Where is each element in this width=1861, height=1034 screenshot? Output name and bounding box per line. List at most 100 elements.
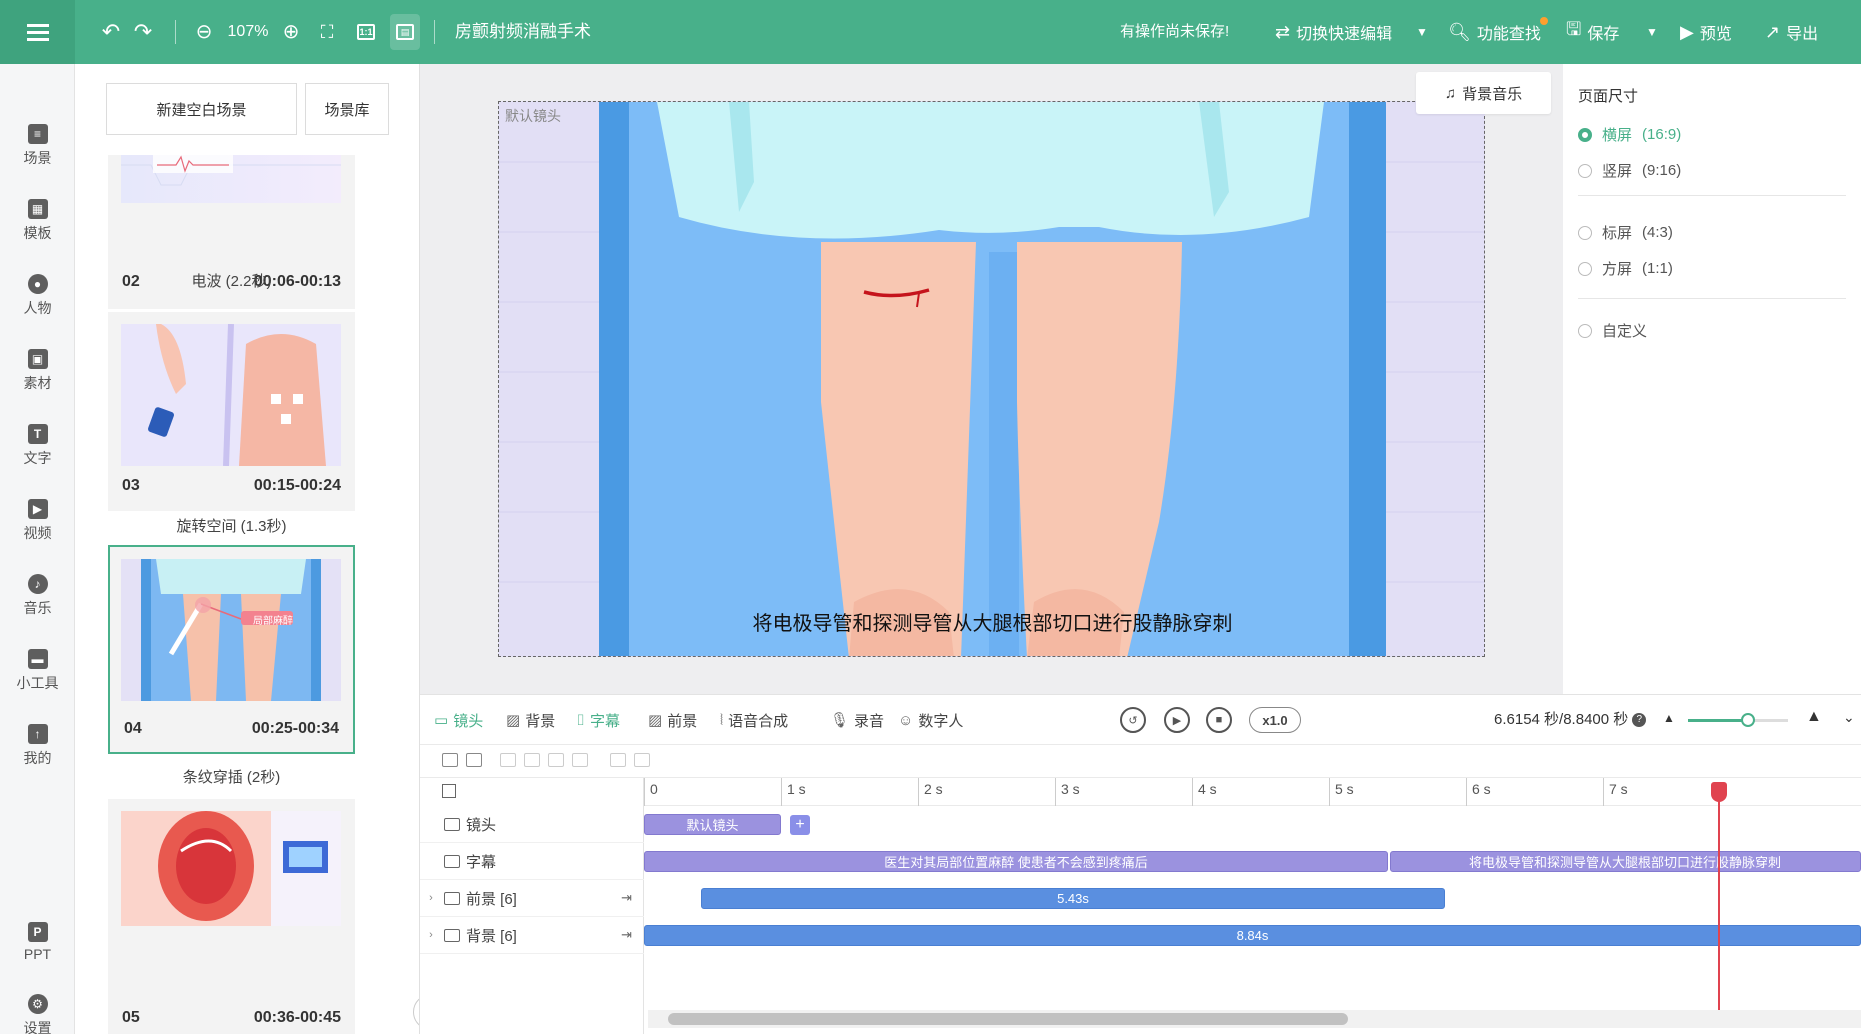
project-title[interactable]: 房颤射频消融手术 — [455, 0, 591, 64]
ruler-tick: 2 s — [918, 778, 943, 806]
arrange-icon[interactable] — [610, 753, 626, 767]
align-right-icon[interactable] — [548, 753, 564, 767]
tab-caption[interactable]: ⌷ 字幕 — [576, 695, 620, 745]
add-shot-button[interactable]: + — [790, 815, 810, 835]
chevron-right-icon[interactable]: › — [424, 892, 438, 904]
stage-canvas[interactable]: 默认镜头 将电极导管和探测导管从大腿根部切口进行股静脉穿刺 — [498, 101, 1485, 657]
nav-scene[interactable]: ≡ 场景 — [0, 116, 75, 176]
nav-text[interactable]: T 文字 — [0, 416, 75, 476]
tab-speech-synthesis[interactable]: ⦚ 语音合成 — [720, 695, 788, 745]
align-center-icon[interactable] — [524, 753, 540, 767]
ruler-tick: 3 s — [1055, 778, 1080, 806]
caption-clip[interactable]: 医生对其局部位置麻醉 使患者不会感到疼痛后 — [644, 851, 1388, 872]
tab-background[interactable]: ▨ 背景 — [506, 695, 555, 745]
background-music-button[interactable]: ♫ 背景音乐 — [1416, 72, 1551, 114]
slider-handle[interactable] — [1741, 713, 1755, 727]
transition-label[interactable]: 电波 (2.2秒) — [108, 270, 355, 291]
fullscreen-icon[interactable]: ⛶ — [316, 0, 338, 64]
scene-library-button[interactable]: 场景库 — [305, 83, 389, 135]
exit-group-icon[interactable]: ⇥ — [621, 890, 632, 906]
music-note-icon: ♫ — [1444, 84, 1457, 102]
chevron-down-icon[interactable]: ▼ — [1416, 0, 1428, 64]
redo-icon[interactable]: ↷ — [130, 0, 156, 64]
export-button[interactable]: ↗ 导出 — [1765, 0, 1818, 64]
stop-icon[interactable]: ■ — [1206, 707, 1232, 733]
hatch-icon: ▨ — [506, 712, 521, 729]
zoom-out-mountain-icon[interactable]: ▲ — [1663, 711, 1675, 725]
track-caption[interactable]: 字幕 — [420, 843, 644, 880]
zoom-out-icon[interactable]: ⊖ — [193, 0, 215, 64]
radio-square[interactable]: 方屏 (1:1) — [1578, 258, 1673, 279]
undo-icon[interactable]: ↶ — [98, 0, 124, 64]
zoom-in-icon[interactable]: ⊕ — [280, 0, 302, 64]
shot-clip[interactable]: 默认镜头 — [644, 814, 781, 835]
text-icon: T — [27, 424, 48, 444]
tab-record[interactable]: 🎙︎ 录音 — [830, 695, 884, 745]
save-button[interactable]: 🖫 保存 — [1566, 0, 1619, 64]
save-icon: 🖫 — [1566, 19, 1582, 39]
time-ruler[interactable]: 0 1 s 2 s 3 s 4 s 5 s 6 s 7 s — [644, 778, 1861, 806]
filter-icon[interactable] — [442, 753, 458, 767]
nav-settings[interactable]: ⚙ 设置 — [0, 986, 75, 1034]
background-clip[interactable]: 8.84s — [644, 925, 1861, 946]
nav-music[interactable]: ♪ 音乐 — [0, 566, 75, 626]
scene-thumbnail — [121, 155, 341, 203]
collapse-timeline-icon[interactable]: ⌄ — [1843, 709, 1855, 726]
layout-icon[interactable] — [442, 784, 456, 798]
align-left-icon[interactable] — [500, 753, 516, 767]
tab-digital-human[interactable]: ☺ 数字人 — [898, 695, 963, 745]
feature-search-button[interactable]: 🔍︎ 功能查找 — [1448, 0, 1541, 64]
playhead[interactable] — [1718, 789, 1720, 1019]
foreground-clip[interactable]: 5.43s — [701, 888, 1445, 909]
canvas-subtitle[interactable]: 将电极导管和探测导管从大腿根部切口进行股静脉穿刺 — [499, 607, 1484, 636]
nav-template[interactable]: ▦ 模板 — [0, 191, 75, 251]
menu-icon[interactable] — [0, 0, 75, 64]
track-foreground[interactable]: › 前景 [6] ⇥ — [420, 880, 644, 917]
help-icon[interactable]: ? — [1632, 713, 1647, 728]
arrange-icon[interactable] — [634, 753, 650, 767]
nav-material[interactable]: ▣ 素材 — [0, 341, 75, 401]
radio-custom[interactable]: 自定义 — [1578, 320, 1647, 341]
zoom-in-mountain-icon[interactable]: ▲ — [1806, 708, 1822, 726]
transition-label[interactable]: 条纹穿插 (2秒) — [108, 766, 355, 787]
nav-tools[interactable]: ▬ 小工具 — [0, 641, 75, 701]
tab-camera[interactable]: ▭ 镜头 — [434, 695, 483, 745]
scene-panel: 新建空白场景 场景库 02 00:06-00:13 电波 (2.2秒) 03 0… — [75, 64, 420, 1034]
transition-label[interactable]: 旋转空间 (1.3秒) — [108, 515, 355, 536]
group-icon[interactable] — [466, 753, 482, 767]
play-icon[interactable]: ▶ — [1164, 707, 1190, 733]
track-background[interactable]: › 背景 [6] ⇥ — [420, 917, 644, 954]
scene-card-active[interactable]: 局部麻醉 04 00:25-00:34 — [108, 545, 355, 754]
screen-ratio-icon[interactable]: ▤ — [390, 14, 420, 50]
camera-icon: ▭ — [434, 712, 449, 729]
preview-button[interactable]: ▶ 预览 — [1680, 0, 1732, 64]
fit-screen-icon[interactable]: 1:1 — [355, 0, 377, 64]
scene-card[interactable]: 05 00:36-00:45 — [108, 799, 355, 1034]
nav-video[interactable]: ▶ 视频 — [0, 491, 75, 551]
track-camera[interactable]: 镜头 — [420, 806, 644, 843]
nav-mine[interactable]: ↑ 我的 — [0, 716, 75, 776]
divider — [1578, 195, 1846, 196]
save-dropdown-icon[interactable]: ▼ — [1646, 0, 1658, 64]
distribute-icon[interactable] — [572, 753, 588, 767]
new-blank-scene-button[interactable]: 新建空白场景 — [106, 83, 297, 135]
exit-group-icon[interactable]: ⇥ — [621, 927, 632, 943]
scene-card[interactable]: 03 00:15-00:24 — [108, 312, 355, 511]
scroll-top-button[interactable]: ︿ — [413, 994, 419, 1030]
radio-standard[interactable]: 标屏 (4:3) — [1578, 222, 1673, 243]
speed-button[interactable]: x1.0 — [1249, 707, 1301, 733]
scene-time: 00:25-00:34 — [251, 720, 339, 737]
radio-landscape[interactable]: 横屏 (16:9) — [1578, 124, 1681, 145]
divider — [1578, 298, 1846, 299]
chevron-right-icon[interactable]: › — [424, 929, 438, 941]
nav-ppt[interactable]: P PPT — [0, 912, 75, 972]
switch-quick-edit-button[interactable]: ⇄ 切换快速编辑 — [1275, 0, 1392, 64]
tab-foreground[interactable]: ▨ 前景 — [648, 695, 697, 745]
replay-icon[interactable]: ↺ — [1120, 707, 1146, 733]
nav-character[interactable]: ● 人物 — [0, 266, 75, 326]
scrollbar-thumb[interactable] — [668, 1013, 1348, 1025]
horizontal-scrollbar[interactable] — [648, 1010, 1861, 1028]
radio-portrait[interactable]: 竖屏 (9:16) — [1578, 160, 1681, 181]
timeline-zoom-slider[interactable] — [1688, 713, 1788, 727]
caption-clip[interactable]: 将电极导管和探测导管从大腿根部切口进行股静脉穿刺 — [1390, 851, 1861, 872]
